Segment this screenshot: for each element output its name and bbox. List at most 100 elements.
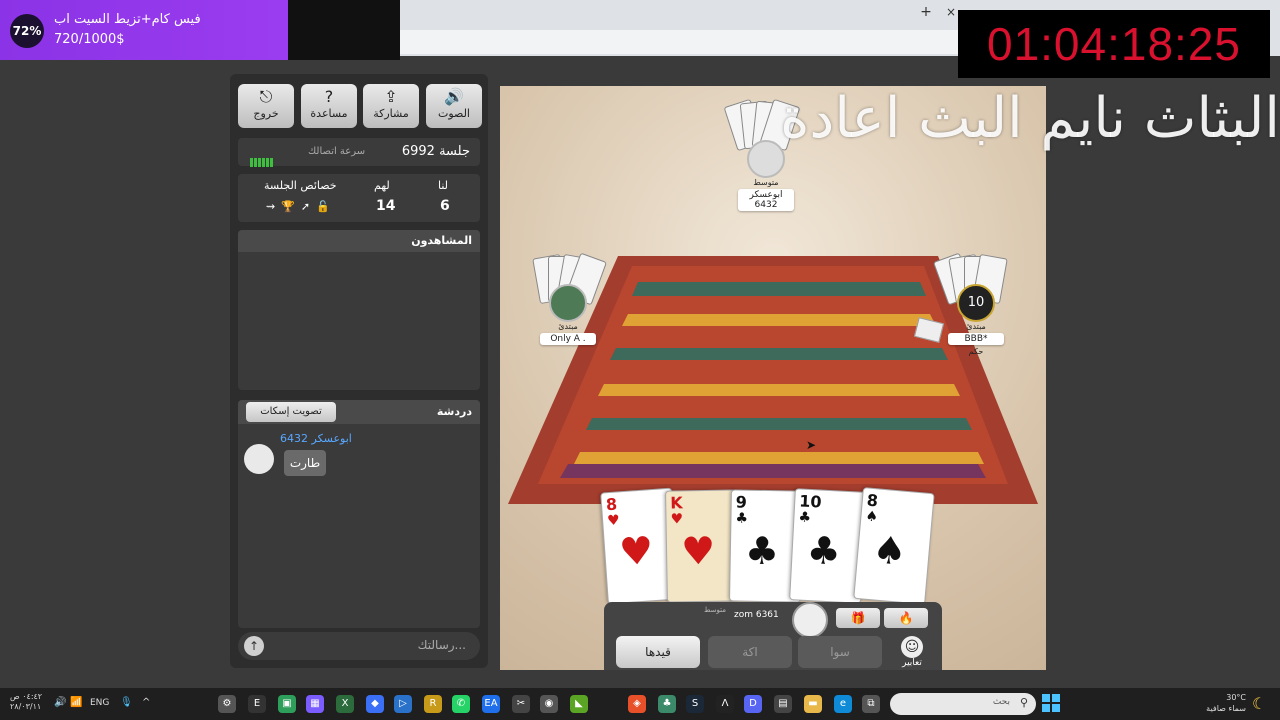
sound-button[interactable]: 🔊 الصوت	[426, 84, 482, 128]
hand-card-2[interactable]: K ♥ ♥	[665, 489, 739, 603]
wifi-icon[interactable]: 📶	[70, 697, 82, 708]
app-icon[interactable]: Λ	[716, 695, 734, 713]
card-suit: ♥	[670, 511, 684, 528]
app-icon[interactable]: ◆	[366, 695, 384, 713]
player-name: BBB*	[948, 333, 1004, 345]
right-player[interactable]: 10 مبتدئ BBB* حكم	[948, 284, 1004, 356]
card-suit: ♥	[606, 512, 621, 530]
player-name: Only A .	[540, 333, 596, 345]
whatsapp-icon[interactable]: ✆	[452, 695, 470, 713]
game-icon[interactable]: ♣	[658, 695, 676, 713]
share-button[interactable]: ⇪ مشاركة	[363, 84, 419, 128]
rockstar-icon[interactable]: R	[424, 695, 442, 713]
hand-card-5[interactable]: 8 ♠ ♠	[853, 487, 935, 605]
chevron-up-icon[interactable]: ^	[142, 697, 150, 708]
send-icon[interactable]: ↑	[244, 636, 264, 656]
player-level: متوسط	[753, 178, 779, 187]
card-rank: 9	[735, 492, 748, 512]
windows-start-icon[interactable]	[1042, 694, 1060, 712]
message-placeholder: رسالتك...	[417, 638, 466, 652]
grid-app-icon[interactable]: ▦	[306, 695, 324, 713]
donation-banner: 72% فيس كام+تزيط السيت اب 720/1000$	[0, 0, 400, 60]
card-rank: 8	[866, 490, 879, 511]
my-name: zom 6361	[734, 610, 779, 620]
avatar	[792, 602, 828, 638]
folder-icon[interactable]: ▬	[804, 695, 822, 713]
king-icon: ♥	[680, 528, 716, 574]
share-icon: ⇪	[384, 87, 398, 106]
xbox-icon[interactable]: X	[336, 695, 354, 713]
nvidia-icon[interactable]: ◣	[570, 695, 588, 713]
volume-icon[interactable]: 🔊	[54, 697, 66, 708]
avatar	[549, 284, 587, 322]
player-level: مبتدئ	[558, 322, 578, 331]
avatar	[244, 444, 274, 474]
emotes-label: تعابير	[902, 658, 922, 668]
stream-timer: 01:04:18:25	[958, 10, 1270, 78]
new-tab-button[interactable]: +	[918, 4, 934, 20]
session-props-icons: ⇝🏆➚🔓	[266, 200, 336, 213]
search-icon: ⚲	[1019, 696, 1028, 709]
help-icon: ?	[324, 87, 334, 106]
speaker-icon: 🔊	[444, 87, 464, 106]
chat-sender[interactable]: ابوعسكر 6432	[280, 432, 352, 445]
share-label: مشاركة	[373, 107, 409, 120]
signal-icon	[250, 148, 276, 167]
smile-icon: ☺	[901, 636, 923, 658]
chat-box: دردشة تصويت إسكات ابوعسكر 6432 طارت	[238, 400, 480, 628]
epic-games-icon[interactable]: E	[248, 695, 266, 713]
discord-icon[interactable]: D	[744, 695, 762, 713]
store-icon[interactable]: ▤	[774, 695, 792, 713]
weather-widget[interactable]: 30°C سماء صافية	[1200, 692, 1246, 714]
app-icon[interactable]: ▣	[278, 695, 296, 713]
us-score: 6	[440, 198, 450, 214]
exit-button[interactable]: ⎋ خروج	[238, 84, 294, 128]
card-suit: ♠	[864, 508, 879, 526]
taskview-icon[interactable]: ⧉	[862, 695, 880, 713]
my-level: متوسط	[704, 606, 726, 614]
akka-button[interactable]: اكة	[708, 636, 792, 668]
gift-icon[interactable]: 🎁	[836, 608, 880, 628]
message-input[interactable]: ↑ رسالتك...	[238, 632, 480, 660]
left-player[interactable]: مبتدئ Only A .	[540, 284, 596, 345]
qaydha-button[interactable]: قيدها	[616, 636, 700, 668]
game-table: متوسط ابوعسكر 6432 مبتدئ Only A . 10 مبت…	[500, 86, 1046, 670]
fire-icon[interactable]: 🔥	[884, 608, 928, 628]
brave-icon[interactable]: ◈	[628, 695, 646, 713]
clock[interactable]: ٠٤:٤٢ ص ٢٨/٠٣/١١	[10, 692, 42, 712]
card-rank: K	[670, 493, 683, 513]
mic-icon[interactable]: 🎙	[120, 697, 133, 708]
them-label: لهم	[374, 179, 390, 192]
clubs-icon: ♣	[805, 527, 842, 574]
sound-label: الصوت	[438, 107, 470, 120]
browser-tab-line	[400, 0, 960, 28]
player-name: ابوعسكر 6432	[738, 189, 794, 211]
search-placeholder: بحث	[992, 697, 1010, 707]
door-icon: ⎋	[259, 87, 273, 106]
sawa-button[interactable]: سوا	[798, 636, 882, 668]
stream-overlay-text: البثاث نايم البث اعادة	[780, 86, 1280, 151]
emotes-button[interactable]: ☺ تعابير	[890, 636, 934, 670]
ea-icon[interactable]: EA	[482, 695, 500, 713]
close-tab-button[interactable]: ×	[944, 4, 958, 20]
edge-icon[interactable]: e	[834, 695, 852, 713]
props-label: خصائص الجلسة	[264, 179, 337, 192]
card-rank: 10	[798, 491, 823, 512]
action-bar: 🔥 🎁 zom 6361 متوسط ☺ تعابير سوا اكة قيده…	[604, 602, 942, 670]
search-input[interactable]: بحث ⚲	[890, 693, 1036, 715]
app-icon[interactable]: ✂	[512, 695, 530, 713]
taskbar: ٠٤:٤٢ ص ٢٨/٠٣/١١ 🔊 📶 ENG 🎙 ^ ⚙ E ▣ ▦ X ◆…	[0, 688, 1280, 720]
mute-vote-button[interactable]: تصويت إسكات	[246, 402, 336, 422]
obs-icon[interactable]: ◉	[540, 695, 558, 713]
us-label: لنا	[438, 179, 449, 192]
card-suit: ♣	[735, 510, 749, 527]
steam-icon[interactable]: S	[686, 695, 704, 713]
donation-progress: 72% فيس كام+تزيط السيت اب 720/1000$	[0, 0, 288, 60]
address-bar[interactable]	[400, 30, 958, 54]
settings-icon[interactable]: ⚙	[218, 695, 236, 713]
language-indicator[interactable]: ENG	[90, 698, 109, 708]
spades-icon: ♠	[870, 527, 909, 575]
app-icon[interactable]: ▷	[394, 695, 412, 713]
help-button[interactable]: ? مساعدة	[301, 84, 357, 128]
them-score: 14	[376, 198, 396, 214]
